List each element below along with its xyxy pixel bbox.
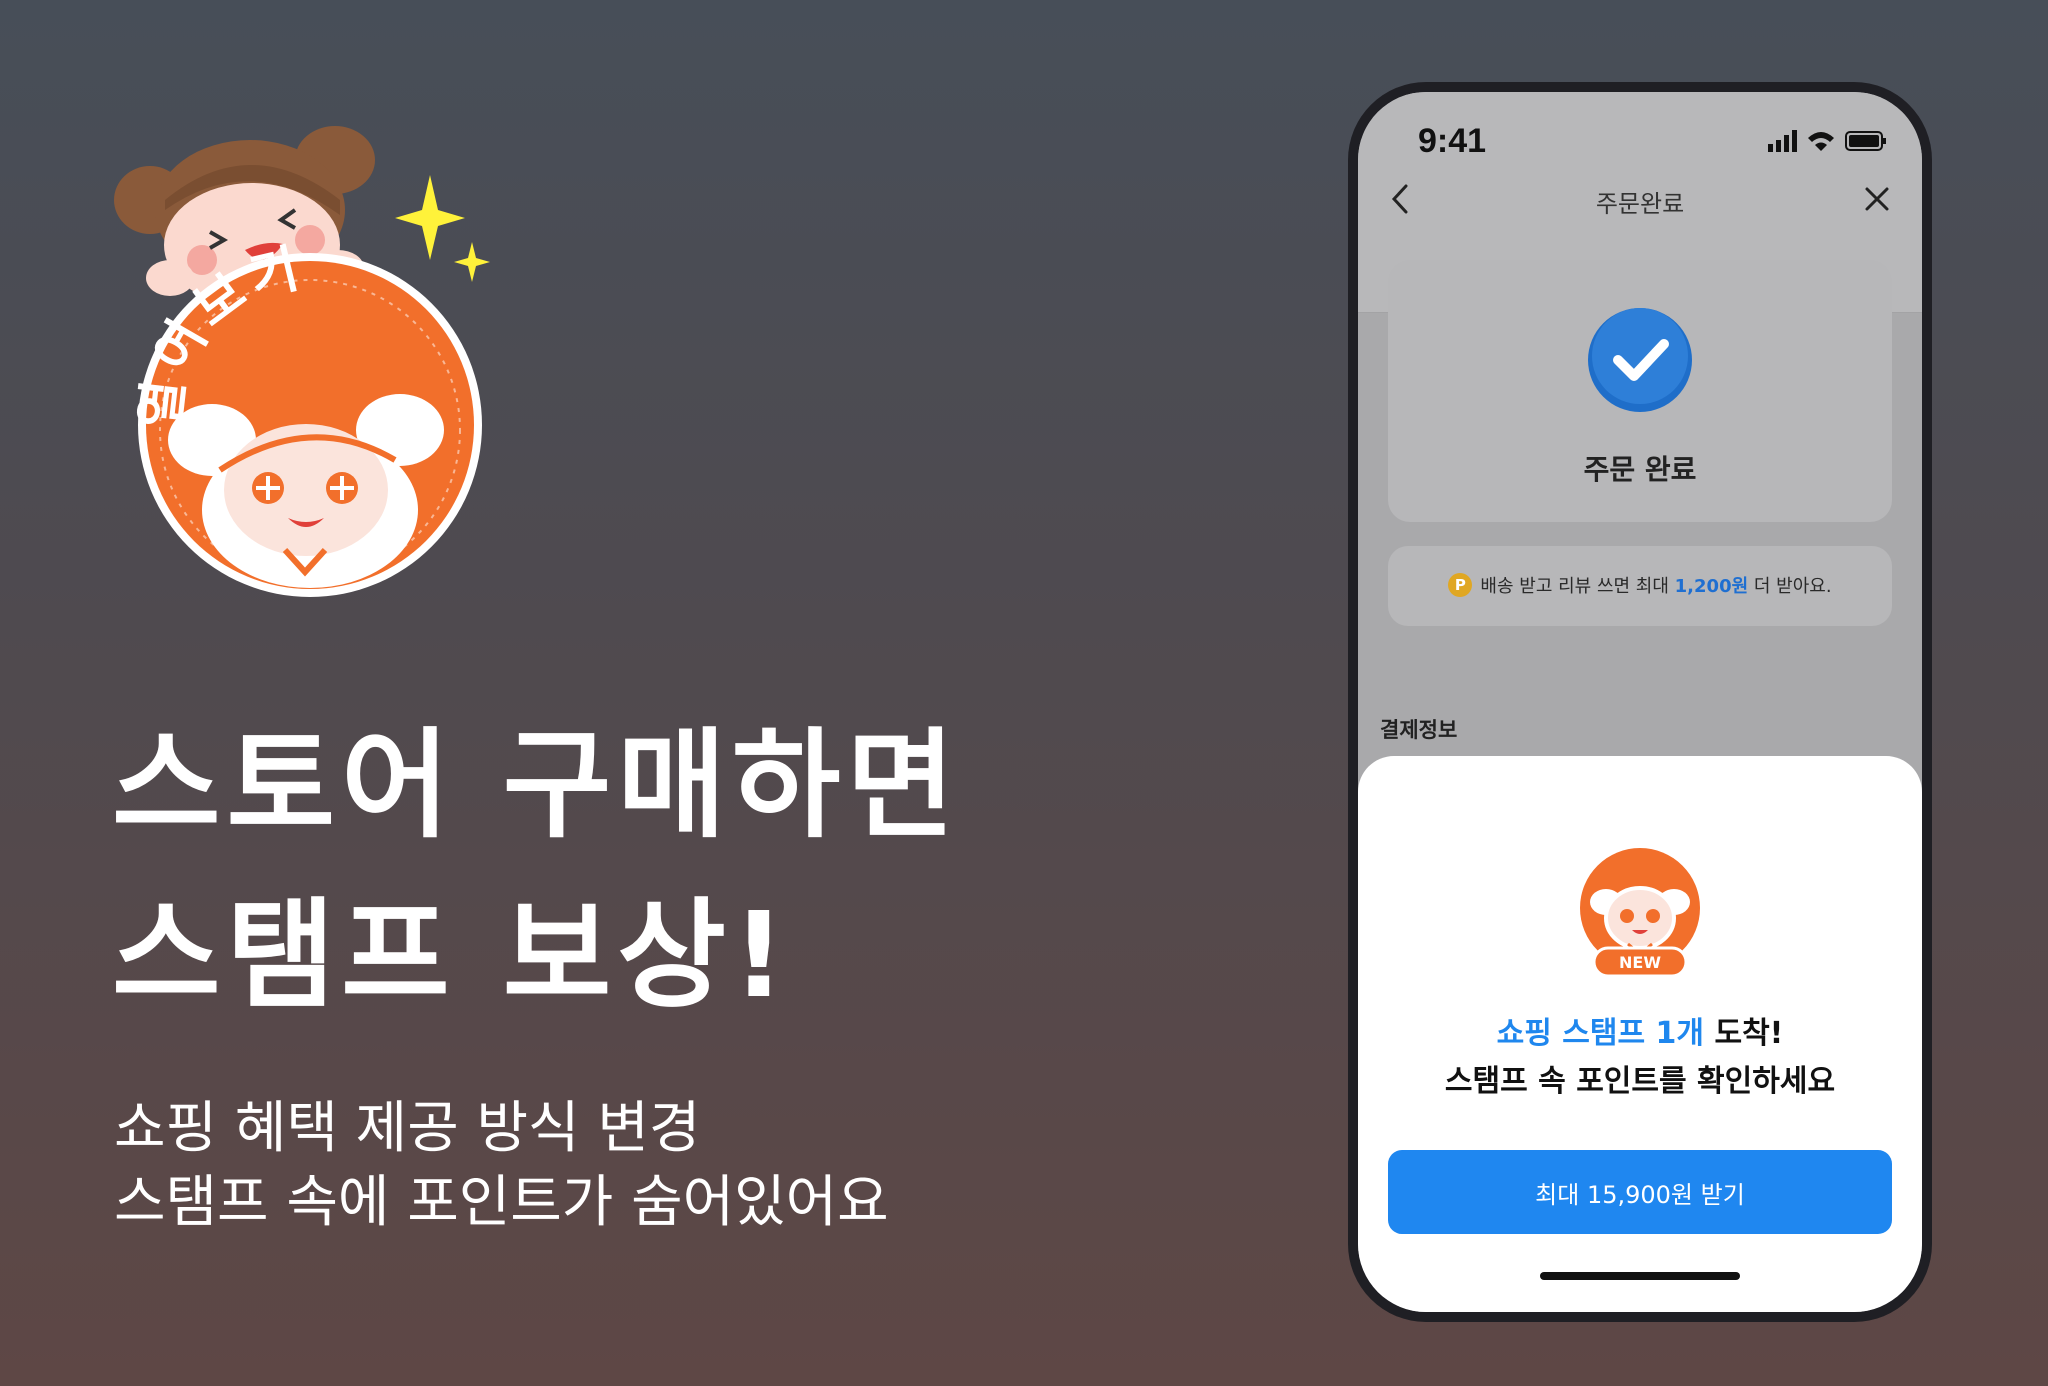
notice-amount: 1,200원 [1674, 576, 1749, 597]
new-stamp-badge: NEW [1580, 848, 1700, 978]
headline-line-1: 스토어 구매하면 [112, 716, 962, 854]
notice-text: 배송 받고 리뷰 쓰면 최대 [1480, 576, 1669, 597]
sheet-line1-suffix: 도착! [1714, 1016, 1784, 1051]
home-indicator [1540, 1272, 1740, 1280]
promo-banner: 열어보기 스토어 구매하면 스탬프 보상! 쇼핑 혜택 제공 방식 변경 스탬프… [0, 0, 2048, 1386]
status-bar: 9:41 [1358, 92, 1922, 172]
notice-row: P 배송 받고 리뷰 쓰면 최대 1,200원 더 받아요. [1388, 572, 1892, 598]
status-time: 9:41 [1418, 122, 1487, 160]
payment-info-label: 결제정보 [1380, 718, 1458, 742]
review-reward-notice[interactable]: P 배송 받고 리뷰 쓰면 최대 1,200원 더 받아요. [1388, 546, 1892, 626]
claim-reward-button[interactable]: 최대 15,900원 받기 [1388, 1150, 1892, 1234]
battery-icon [1845, 131, 1886, 151]
sheet-message-line-1: 쇼핑 스탬프 1개 도착! [1358, 1008, 1922, 1052]
sparkle-icon [395, 175, 465, 260]
stamp-bottom-sheet: NEW 쇼핑 스탬프 1개 도착! 스탬프 속 포인트를 확인하세요 최대 15… [1358, 756, 1922, 1312]
point-coin-icon: P [1448, 573, 1473, 597]
phone-mockup: 9:41 주문완료 주문 완료 P 배송 받고 리뷰 쓰면 최대 1,200원 … [1348, 82, 1932, 1322]
sheet-message-line-2: 스탬프 속 포인트를 확인하세요 [1444, 1064, 1836, 1099]
new-badge-label: NEW [1619, 953, 1661, 972]
order-complete-title: 주문 완료 [1583, 453, 1697, 486]
sheet-highlight: 쇼핑 스탬프 1개 [1496, 1016, 1705, 1051]
wifi-icon [1808, 132, 1834, 151]
system-status-icons [1768, 130, 1886, 152]
check-circle-icon [1588, 308, 1692, 412]
close-icon[interactable] [1862, 184, 1892, 214]
nav-title: 주문완료 [1595, 190, 1685, 218]
phone-screen: 9:41 주문완료 주문 완료 P 배송 받고 리뷰 쓰면 최대 1,200원 … [1358, 92, 1922, 1312]
subline: 쇼핑 혜택 제공 방식 변경 스탬프 속에 포인트가 숨어있어요 [114, 1092, 889, 1240]
headline: 스토어 구매하면 스탬프 보상! [112, 700, 961, 1040]
headline-line-2: 스탬프 보상! [112, 886, 792, 1024]
notice-suffix: 더 받아요. [1753, 576, 1832, 597]
sparkle-icon [454, 242, 490, 282]
stamp-mascot-sticker: 열어보기 [114, 126, 490, 597]
signal-icon [1768, 130, 1797, 152]
subline-line-1: 쇼핑 혜택 제공 방식 변경 [114, 1096, 701, 1161]
order-complete-card: 주문 완료 [1388, 260, 1892, 522]
subline-line-2: 스탬프 속에 포인트가 숨어있어요 [114, 1170, 889, 1235]
